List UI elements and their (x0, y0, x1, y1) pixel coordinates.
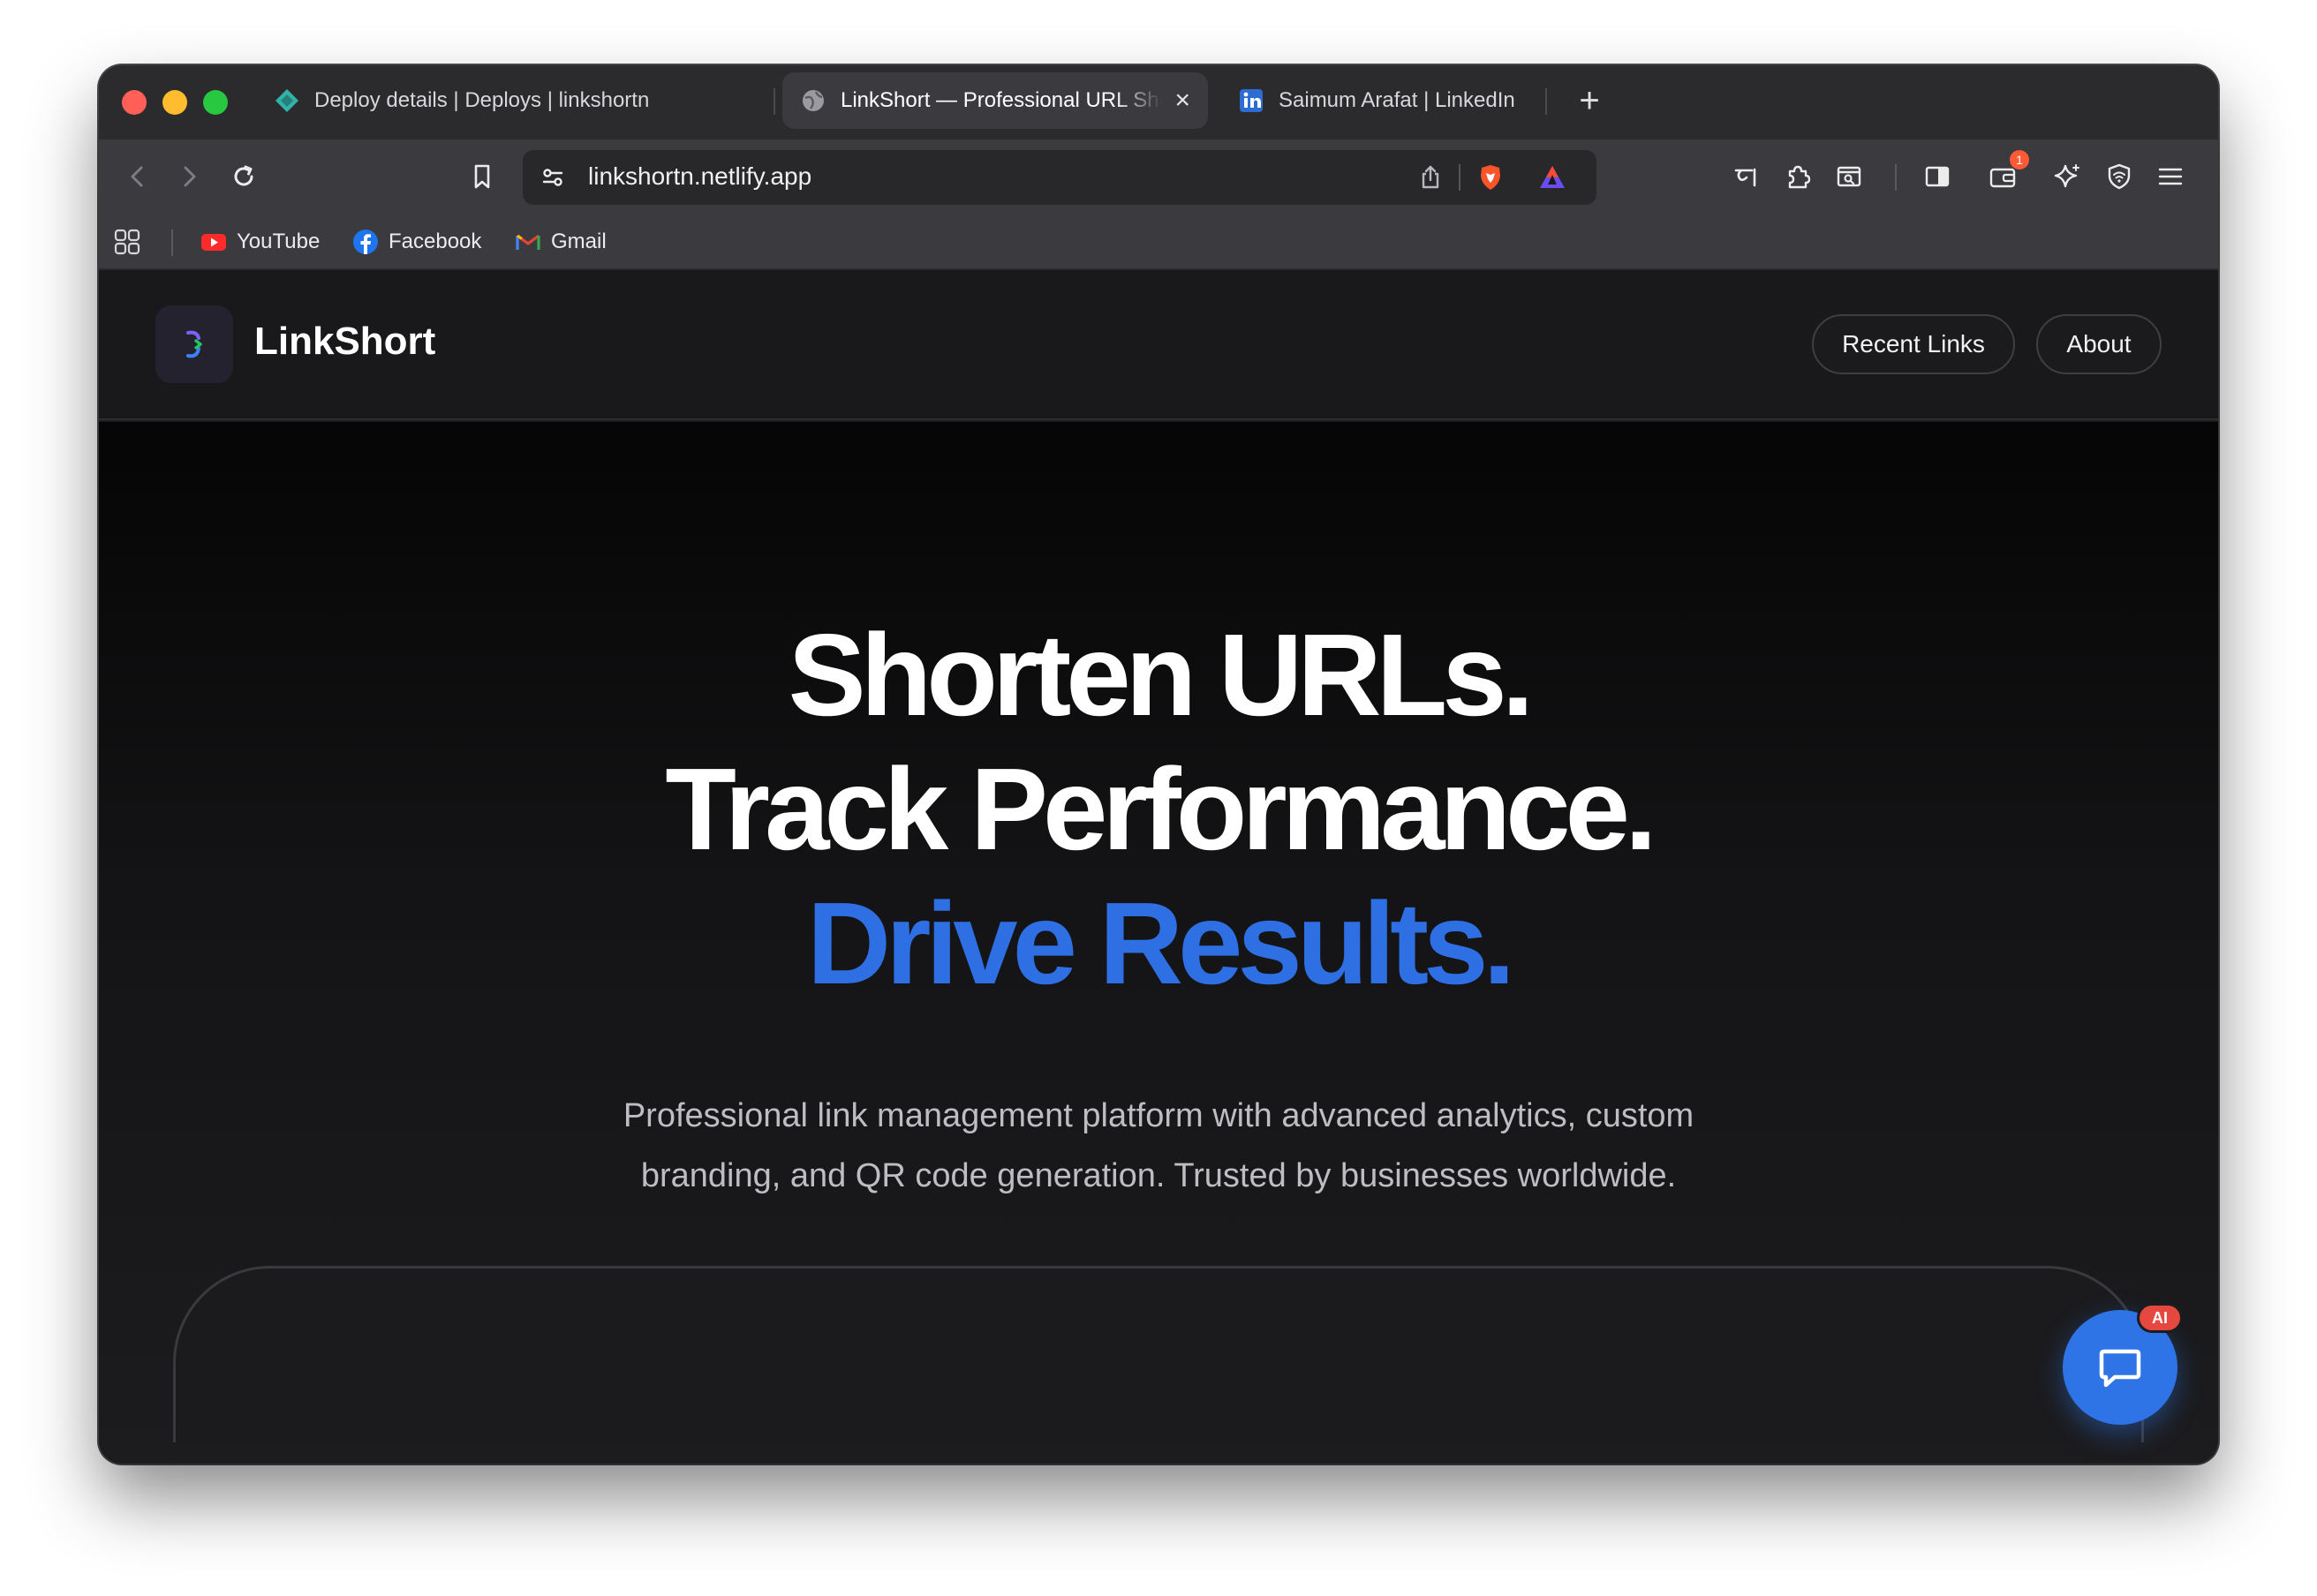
translate-icon (1734, 168, 1756, 187)
wallet-badge: 1 (2010, 150, 2029, 169)
gmail-icon (516, 234, 540, 250)
vpn-button[interactable] (2098, 155, 2140, 198)
bookmarks-bar: YouTube Facebook Gmail (99, 214, 2218, 270)
hamburger-menu-icon (2158, 168, 2183, 185)
leo-ai-button[interactable] (2047, 155, 2089, 198)
brave-shields-button[interactable] (1469, 156, 1512, 199)
sparkle-icon (2054, 164, 2079, 188)
site-header: LinkShort Recent Links About (99, 270, 2218, 420)
zoom-window-button[interactable] (203, 90, 228, 115)
bookmark-gmail[interactable]: Gmail (514, 224, 607, 260)
link-logo-icon (186, 330, 202, 358)
menu-button[interactable] (2149, 155, 2192, 198)
apps-grid-icon (114, 229, 140, 255)
browser-window: Deploy details | Deploys | linkshortn Li… (99, 65, 2218, 1464)
tab-title: Deploy details | Deploys | linkshortn (314, 88, 650, 112)
toolbar-divider (1895, 164, 1897, 191)
bookmark-label: Facebook (389, 230, 482, 253)
tab-deploy-details[interactable]: Deploy details | Deploys | linkshortn (256, 72, 768, 129)
shield-wifi-icon (2108, 163, 2131, 190)
translate-button[interactable] (1725, 155, 1768, 198)
globe-icon (803, 90, 824, 111)
minimize-window-button[interactable] (162, 90, 187, 115)
about-button[interactable]: About (2036, 314, 2162, 374)
brave-rewards-button[interactable] (1531, 156, 1574, 199)
tab-divider (774, 88, 775, 115)
site-settings-button[interactable] (532, 156, 574, 199)
sidebar-toggle-button[interactable] (1916, 155, 1959, 198)
reader-mode-button[interactable] (1828, 155, 1870, 198)
bookmark-label: YouTube (237, 230, 321, 253)
shortener-card (173, 1266, 2144, 1442)
youtube-icon (201, 234, 226, 251)
tab-title: LinkShort — Professional URL Shortener (841, 88, 1162, 112)
hero-subtitle: Professional link management platform wi… (623, 1097, 1694, 1194)
wallet-button[interactable]: 1 (1981, 150, 2029, 198)
brand-name[interactable]: LinkShort (254, 320, 435, 364)
chevron-left-icon (131, 166, 143, 187)
tab-divider (1545, 88, 1547, 115)
hero-headline-line1: Shorten URLs. (788, 610, 1535, 740)
chat-bubble-icon (2099, 1349, 2141, 1388)
bookmark-icon (474, 164, 490, 189)
tab-bar: Deploy details | Deploys | linkshortn Li… (99, 65, 2218, 139)
hero-headline-line3: Drive Results. (806, 878, 1515, 1008)
recent-links-button[interactable]: Recent Links (1812, 314, 2015, 374)
sidebar-icon (1925, 166, 1950, 187)
bookmark-facebook[interactable]: Facebook (351, 224, 481, 260)
puzzle-icon (1788, 165, 1811, 189)
bookmark-button[interactable] (461, 155, 503, 198)
ai-badge: AI (2137, 1303, 2183, 1333)
linkedin-icon (1240, 89, 1263, 112)
hero-headline-line2: Track Performance. (665, 744, 1657, 874)
close-tab-icon[interactable]: × (1174, 86, 1190, 116)
close-window-button[interactable] (122, 90, 147, 115)
netlify-icon (275, 89, 298, 112)
share-icon (1422, 165, 1439, 189)
reload-icon (234, 165, 253, 186)
back-button[interactable] (117, 155, 159, 198)
new-tab-button[interactable]: + (1563, 74, 1616, 127)
bookmarks-divider (171, 230, 173, 256)
url-text: linkshortn.netlify.app (588, 162, 812, 190)
forward-button[interactable] (168, 155, 210, 198)
web-page: LinkShort Recent Links About Shorten URL… (99, 270, 2218, 1464)
browser-toolbar: linkshortn.netlify.app 1 (99, 139, 2218, 214)
bookmark-youtube[interactable]: YouTube (200, 224, 320, 260)
chevron-right-icon (184, 166, 196, 187)
facebook-icon (353, 230, 378, 254)
rewards-triangle-icon (1540, 166, 1565, 188)
address-bar[interactable]: linkshortn.netlify.app (523, 150, 1596, 205)
share-button[interactable] (1409, 156, 1452, 199)
tab-title: Saimum Arafat | LinkedIn (1279, 88, 1515, 112)
apps-button[interactable] (113, 224, 150, 260)
site-settings-icon (542, 169, 563, 186)
brave-lion-icon (1481, 165, 1500, 190)
tab-linkshort[interactable]: LinkShort — Professional URL Shortener × (782, 72, 1208, 129)
reload-button[interactable] (223, 155, 265, 198)
extensions-button[interactable] (1777, 155, 1819, 198)
reader-search-icon (1837, 166, 1861, 187)
address-divider (1459, 164, 1460, 191)
bookmark-label: Gmail (551, 230, 607, 253)
logo[interactable] (155, 305, 233, 383)
